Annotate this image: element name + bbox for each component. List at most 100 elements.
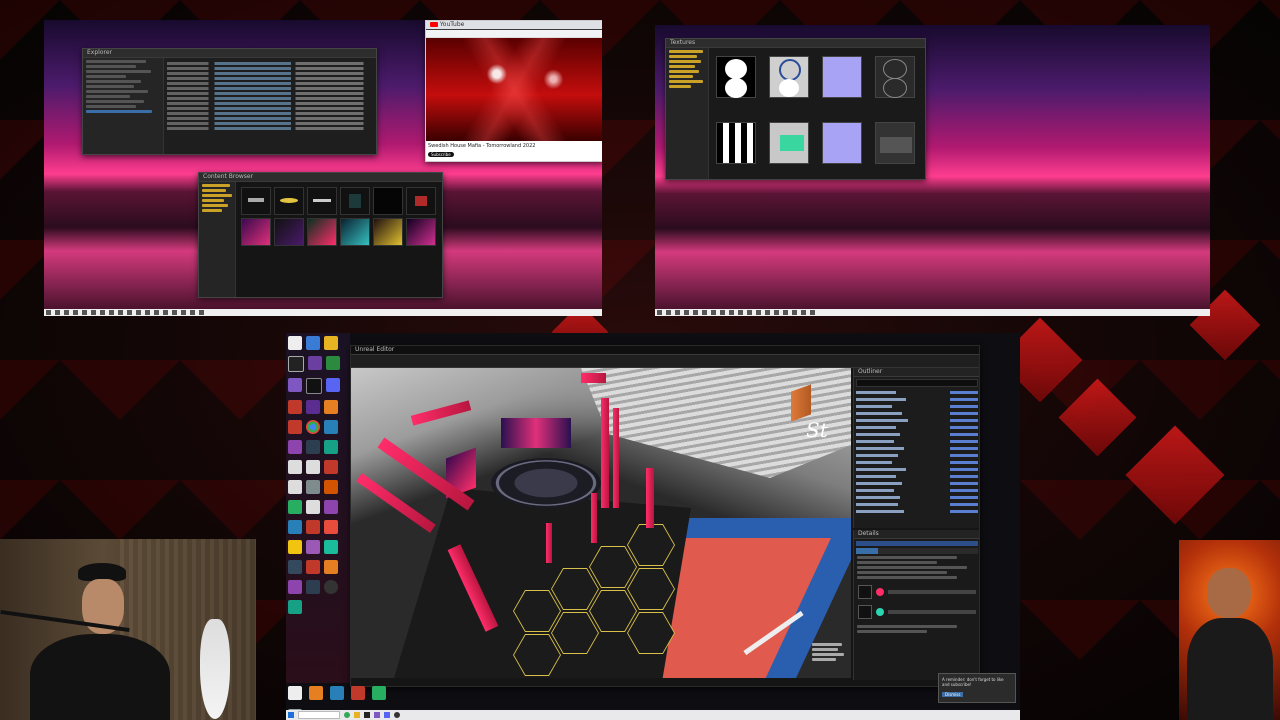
- explorer-window[interactable]: Explorer: [82, 48, 377, 155]
- app-icon[interactable]: [324, 520, 338, 534]
- asset-thumbnail[interactable]: [307, 218, 337, 246]
- asset-thumbnail[interactable]: [274, 187, 304, 215]
- asset-thumbnail[interactable]: [406, 187, 436, 215]
- app-icon[interactable]: [288, 580, 302, 594]
- asset-thumbnail[interactable]: [373, 218, 403, 246]
- app-icon[interactable]: [329, 686, 344, 700]
- outliner-row[interactable]: [856, 494, 978, 500]
- app-icon[interactable]: [288, 540, 302, 554]
- asset-thumbnail[interactable]: [406, 218, 436, 246]
- browser-tab-title[interactable]: YouTube: [440, 21, 464, 28]
- unreal-editor-window[interactable]: Unreal Editor St Outliner Details: [350, 345, 980, 687]
- outliner-row[interactable]: [856, 417, 978, 423]
- material-color-swatch[interactable]: [876, 608, 884, 616]
- main-monitor[interactable]: Unreal Editor St Outliner Details A remi…: [286, 333, 1020, 720]
- file-icon[interactable]: [288, 480, 302, 494]
- file-icon[interactable]: [288, 336, 302, 350]
- monitor-right-preview[interactable]: Textures: [655, 25, 1210, 316]
- outliner-row[interactable]: [856, 396, 978, 402]
- outliner-row[interactable]: [856, 508, 978, 514]
- outliner-row[interactable]: [856, 501, 978, 507]
- app-icon[interactable]: [306, 520, 320, 534]
- visual-studio-icon[interactable]: [374, 712, 380, 718]
- asset-browser-window[interactable]: Content Browser: [198, 172, 443, 298]
- app-icon[interactable]: [306, 336, 320, 350]
- outliner-row[interactable]: [856, 473, 978, 479]
- monitor-left-taskbar[interactable]: [44, 309, 602, 316]
- asset-thumbnail[interactable]: [340, 218, 370, 246]
- app-icon[interactable]: [288, 500, 302, 514]
- app-icon[interactable]: [306, 540, 320, 554]
- texture-thumbnail[interactable]: [875, 56, 915, 98]
- app-icon[interactable]: [306, 440, 320, 454]
- windows-taskbar[interactable]: [286, 710, 1020, 720]
- details-selected-actor[interactable]: [856, 541, 978, 546]
- outliner-row[interactable]: [856, 480, 978, 486]
- app-icon[interactable]: [324, 480, 338, 494]
- editor-toolbar[interactable]: [351, 355, 979, 368]
- unreal-icon[interactable]: [306, 378, 322, 394]
- outliner-row[interactable]: [856, 487, 978, 493]
- asset-thumbnail[interactable]: [241, 187, 271, 215]
- browser-window[interactable]: YouTube Swedish House Mafia - Tomorrowla…: [425, 20, 602, 162]
- app-icon[interactable]: [371, 686, 386, 700]
- browser-addressbar[interactable]: [426, 30, 602, 38]
- subscribe-button[interactable]: Subscribe: [428, 152, 454, 157]
- obs-icon[interactable]: [394, 712, 400, 718]
- outliner-row[interactable]: [856, 459, 978, 465]
- details-tabs[interactable]: [856, 548, 978, 554]
- unreal-icon[interactable]: [364, 712, 370, 718]
- app-icon[interactable]: [288, 600, 302, 614]
- app-icon[interactable]: [288, 420, 302, 434]
- app-icon[interactable]: [308, 686, 323, 700]
- asset-thumbnail[interactable]: [274, 218, 304, 246]
- outliner-row[interactable]: [856, 431, 978, 437]
- file-icon[interactable]: [288, 460, 302, 474]
- texture-thumbnail[interactable]: [822, 122, 862, 164]
- notification-action[interactable]: Dismiss: [942, 692, 964, 697]
- outliner-row[interactable]: [856, 452, 978, 458]
- asset-thumbnail[interactable]: [340, 187, 370, 215]
- monitor-right-taskbar[interactable]: [655, 309, 1210, 316]
- folder-icon[interactable]: [324, 336, 338, 350]
- outliner-row[interactable]: [856, 466, 978, 472]
- app-icon[interactable]: [324, 540, 338, 554]
- app-icon[interactable]: [288, 440, 302, 454]
- material-color-swatch[interactable]: [876, 588, 884, 596]
- discord-icon[interactable]: [384, 712, 390, 718]
- app-icon[interactable]: [308, 356, 322, 370]
- discord-icon[interactable]: [326, 378, 340, 392]
- outliner-row[interactable]: [856, 438, 978, 444]
- outliner-row[interactable]: [856, 389, 978, 395]
- app-icon[interactable]: [288, 400, 302, 414]
- asset-thumbnail[interactable]: [307, 187, 337, 215]
- app-icon[interactable]: [324, 400, 338, 414]
- chrome-icon[interactable]: [344, 712, 350, 718]
- chrome-icon[interactable]: [306, 420, 320, 434]
- outliner-panel[interactable]: Outliner: [853, 368, 979, 528]
- asset-thumbnail[interactable]: [373, 187, 403, 215]
- material-slot[interactable]: [858, 605, 976, 619]
- texture-thumbnail[interactable]: [769, 56, 809, 98]
- app-icon[interactable]: [350, 686, 365, 700]
- texture-thumbnail[interactable]: [769, 122, 809, 164]
- app-icon[interactable]: [324, 420, 338, 434]
- app-icon[interactable]: [324, 440, 338, 454]
- search-icon[interactable]: [298, 711, 340, 719]
- texture-window[interactable]: Textures: [665, 38, 926, 180]
- level-viewport[interactable]: St: [351, 368, 851, 678]
- app-icon[interactable]: [324, 460, 338, 474]
- monitor-left-preview[interactable]: Explorer YouTube Swedish House Mafia - T…: [44, 20, 602, 316]
- material-slot[interactable]: [858, 585, 976, 599]
- app-icon[interactable]: [306, 580, 320, 594]
- windows-start-icon[interactable]: [288, 712, 294, 718]
- texture-thumbnail[interactable]: [822, 56, 862, 98]
- video-player[interactable]: [426, 38, 602, 141]
- visual-studio-icon[interactable]: [288, 378, 302, 392]
- folder-icon[interactable]: [354, 712, 360, 718]
- outliner-row[interactable]: [856, 424, 978, 430]
- texture-thumbnail[interactable]: [716, 56, 756, 98]
- app-icon[interactable]: [288, 560, 302, 574]
- file-icon[interactable]: [306, 460, 320, 474]
- app-icon[interactable]: [288, 686, 302, 700]
